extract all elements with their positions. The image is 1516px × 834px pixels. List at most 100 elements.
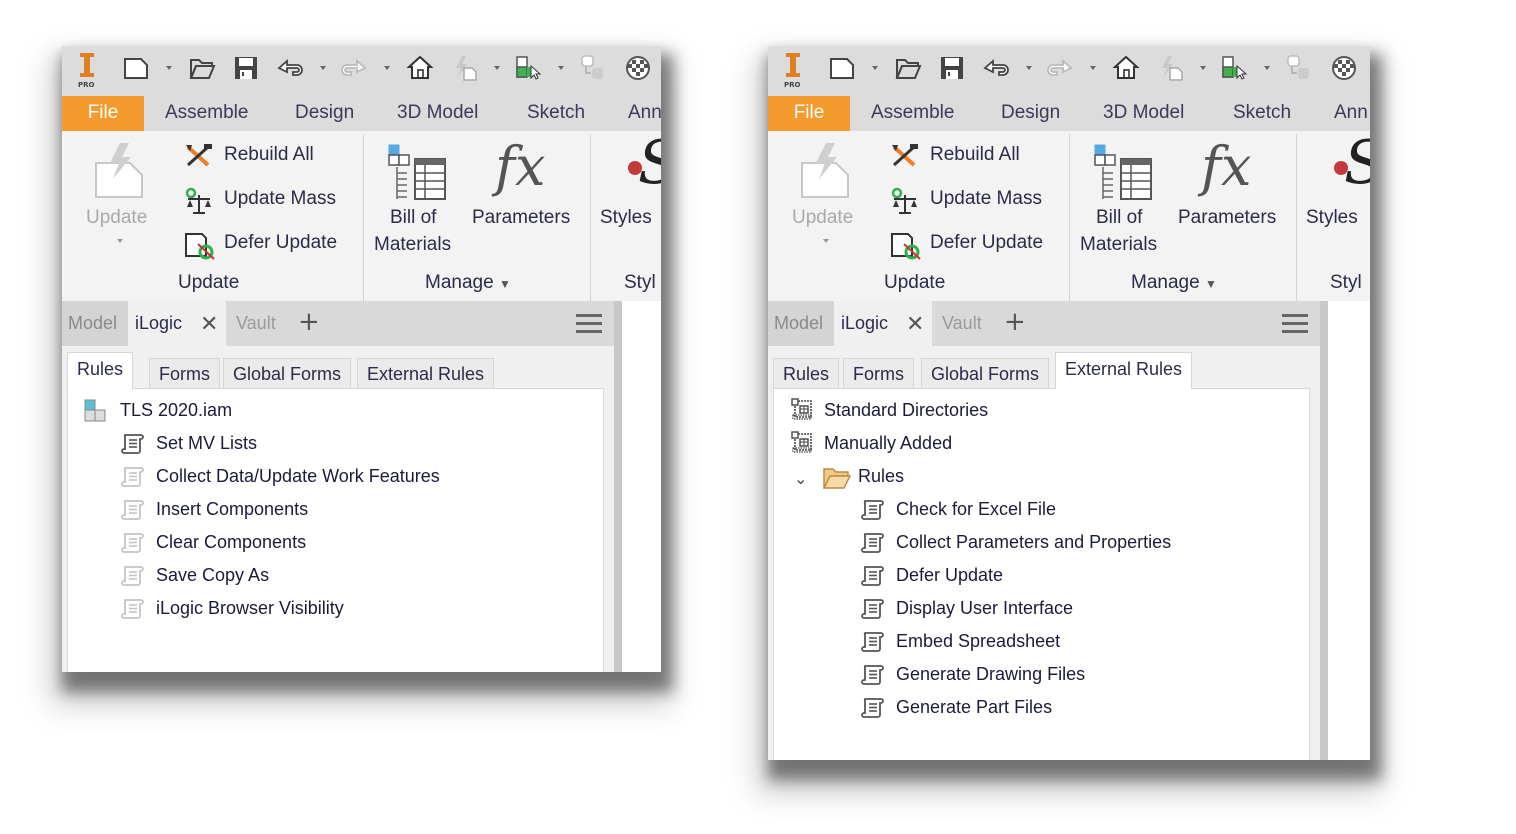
select-dropdown-arrow[interactable] <box>558 66 564 70</box>
tab-file[interactable]: File <box>62 96 144 131</box>
tab-design[interactable]: Design <box>1001 96 1060 131</box>
styles-button[interactable]: Styles <box>1306 207 1358 229</box>
add-tab-icon[interactable]: + <box>298 301 320 344</box>
browser-tab-vault[interactable]: Vault <box>942 301 982 346</box>
bill-of-materials-button[interactable]: Bill of <box>390 207 436 229</box>
panel-scrollbar[interactable] <box>1320 301 1328 760</box>
hamburger-menu-icon[interactable] <box>1282 314 1308 334</box>
tab-file[interactable]: File <box>768 96 850 131</box>
tab-annotate[interactable]: Ann <box>628 96 661 131</box>
ribbon-separator <box>590 134 591 301</box>
undo-dropdown-arrow[interactable] <box>320 66 326 70</box>
save-icon[interactable] <box>938 54 966 82</box>
link-icon[interactable] <box>578 54 606 82</box>
rebuild-all-button[interactable]: Rebuild All <box>930 144 1020 166</box>
home-icon[interactable] <box>1112 54 1140 82</box>
inventor-pro-logo-icon[interactable]: PRO <box>782 51 804 89</box>
undo-dropdown-arrow[interactable] <box>1026 66 1032 70</box>
new-dropdown-arrow[interactable] <box>166 66 172 70</box>
select-priority-icon[interactable] <box>514 54 542 82</box>
ilogic-tab-global-forms[interactable]: Global Forms <box>921 358 1050 388</box>
rule-label: Collect Parameters and Properties <box>896 532 1172 552</box>
select-priority-icon[interactable] <box>1220 54 1248 82</box>
update-dropdown-arrow[interactable] <box>1200 66 1206 70</box>
styles-button[interactable]: Styles <box>600 207 652 229</box>
new-dropdown-arrow[interactable] <box>872 66 878 70</box>
ilogic-tab-external-rules[interactable]: External Rules <box>357 358 495 388</box>
inventor-pro-logo-icon[interactable]: PRO <box>76 51 98 89</box>
redo-icon[interactable] <box>1046 54 1074 82</box>
ilogic-tab-rules[interactable]: Rules <box>67 352 134 389</box>
select-dropdown-arrow[interactable] <box>1264 66 1270 70</box>
add-tab-icon[interactable]: + <box>1004 301 1026 344</box>
update-dropdown[interactable] <box>823 239 829 243</box>
local-update-icon[interactable] <box>1156 54 1184 82</box>
update-dropdown[interactable] <box>117 239 123 243</box>
redo-dropdown-arrow[interactable] <box>1090 66 1096 70</box>
defer-update-button[interactable]: Defer Update <box>224 232 337 254</box>
tab-sketch[interactable]: Sketch <box>527 96 585 131</box>
rule-icon <box>860 696 886 720</box>
tab-annotate[interactable]: Ann <box>1334 96 1368 131</box>
panel-scrollbar[interactable] <box>614 301 622 672</box>
update-mass-button[interactable]: Update Mass <box>224 188 336 210</box>
close-tab-icon[interactable]: ✕ <box>200 301 218 346</box>
bill-of-materials-button[interactable]: Bill of <box>1096 207 1142 229</box>
ilogic-tab-forms[interactable]: Forms <box>149 358 220 388</box>
rebuild-all-button[interactable]: Rebuild All <box>224 144 314 166</box>
ilogic-tab-external-rules[interactable]: External Rules <box>1055 352 1193 389</box>
local-update-icon[interactable] <box>450 54 478 82</box>
home-icon[interactable] <box>406 54 434 82</box>
browser-tab-ilogic[interactable]: iLogic ✕ <box>128 301 226 346</box>
browser-tab-model[interactable]: Model <box>768 301 834 346</box>
browser-tab-ilogic[interactable]: iLogic ✕ <box>834 301 932 346</box>
parameters-button[interactable]: Parameters <box>472 207 570 229</box>
manage-group-text: Manage <box>1131 272 1200 293</box>
browser-tab-vault[interactable]: Vault <box>236 301 276 346</box>
manage-group-label[interactable]: Manage ▼ <box>425 272 511 294</box>
ilogic-tabs: Rules Forms Global Forms External Rules <box>67 352 614 389</box>
update-mass-button[interactable]: Update Mass <box>930 188 1042 210</box>
browser-tab-model[interactable]: Model <box>62 301 128 346</box>
undo-icon[interactable] <box>982 54 1010 82</box>
ilogic-tab-forms[interactable]: Forms <box>843 358 914 388</box>
chevron-down-icon[interactable]: ⌄ <box>794 465 807 495</box>
save-icon[interactable] <box>232 54 260 82</box>
update-dropdown-arrow[interactable] <box>494 66 500 70</box>
redo-dropdown-arrow[interactable] <box>384 66 390 70</box>
tab-design[interactable]: Design <box>295 96 354 131</box>
ilogic-tab-global-forms[interactable]: Global Forms <box>223 358 352 388</box>
tab-3d-model[interactable]: 3D Model <box>1103 96 1184 131</box>
update-large-icon[interactable] <box>92 141 152 199</box>
ilogic-panel: Rules Forms Global Forms External Rules … <box>768 346 1320 760</box>
open-folder-icon[interactable] <box>188 54 216 82</box>
defer-update-button[interactable]: Defer Update <box>930 232 1043 254</box>
update-large-icon[interactable] <box>798 141 858 199</box>
redo-icon[interactable] <box>340 54 368 82</box>
close-tab-icon[interactable]: ✕ <box>906 301 924 346</box>
appearance-icon[interactable] <box>624 54 652 82</box>
hamburger-menu-icon[interactable] <box>576 314 602 334</box>
folder-open-icon <box>822 468 852 489</box>
tab-sketch[interactable]: Sketch <box>1233 96 1291 131</box>
parameters-button[interactable]: Parameters <box>1178 207 1276 229</box>
tab-3d-model[interactable]: 3D Model <box>397 96 478 131</box>
update-button[interactable]: Update <box>86 207 147 229</box>
graphics-window[interactable] <box>1328 301 1370 760</box>
rule-label: iLogic Browser Visibility <box>156 598 344 618</box>
appearance-icon[interactable] <box>1330 54 1358 82</box>
new-document-icon[interactable] <box>828 54 856 82</box>
document-label: TLS 2020.iam <box>120 400 233 420</box>
new-document-icon[interactable] <box>122 54 150 82</box>
link-icon[interactable] <box>1284 54 1312 82</box>
undo-icon[interactable] <box>276 54 304 82</box>
manage-group-label[interactable]: Manage ▼ <box>1131 272 1217 294</box>
update-button[interactable]: Update <box>792 207 853 229</box>
ilogic-tab-rules[interactable]: Rules <box>773 358 840 388</box>
rule-label: Collect Data/Update Work Features <box>156 466 440 486</box>
open-folder-icon[interactable] <box>894 54 922 82</box>
tab-assemble[interactable]: Assemble <box>871 96 954 131</box>
graphics-window[interactable] <box>622 301 661 672</box>
tab-assemble[interactable]: Assemble <box>165 96 248 131</box>
rule-icon <box>860 597 886 621</box>
